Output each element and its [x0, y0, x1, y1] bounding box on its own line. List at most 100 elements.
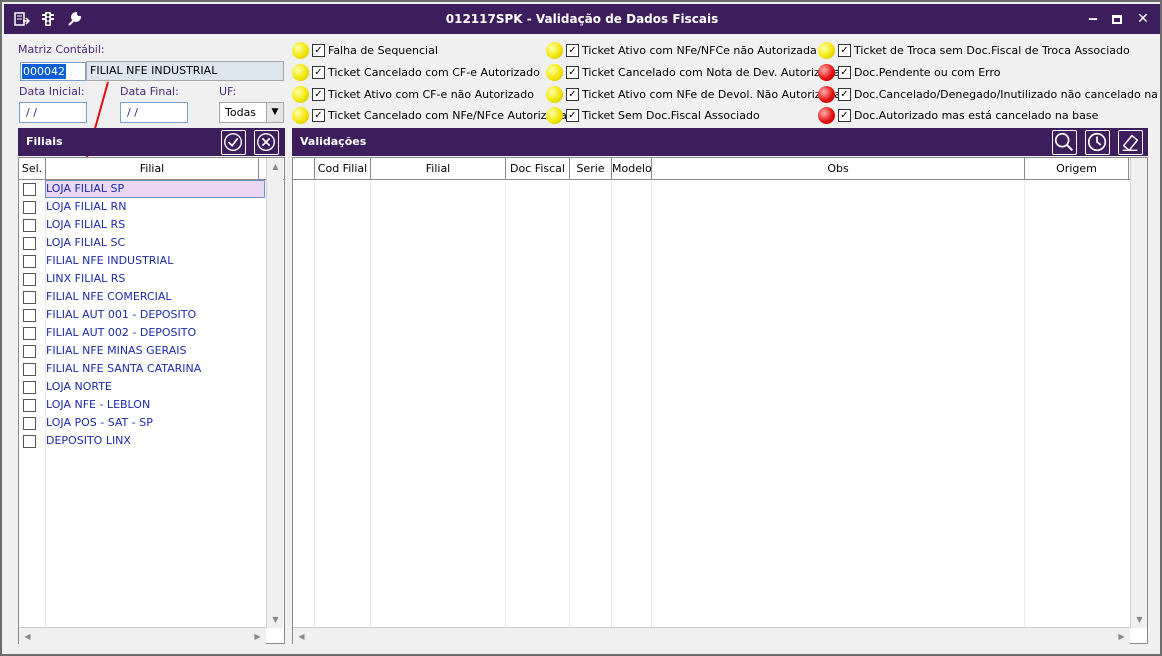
legend-checkbox[interactable]: ✓	[566, 88, 579, 101]
validacoes-col-header[interactable]: Obs	[652, 158, 1025, 180]
col-divider	[505, 180, 506, 627]
scroll-up-icon[interactable]: ▲	[267, 158, 284, 175]
scroll-down-icon[interactable]: ▼	[1131, 611, 1148, 628]
uf-value: Todas	[225, 106, 257, 119]
search-button[interactable]	[1052, 130, 1077, 155]
legend-label: Falha de Sequencial	[328, 44, 438, 57]
validacoes-col-header[interactable]: Filial	[371, 158, 506, 180]
filial-name: LOJA NORTE	[46, 380, 112, 393]
filial-checkbox[interactable]	[23, 237, 36, 250]
yellow-status-icon	[546, 86, 563, 103]
col-filial[interactable]: Filial	[46, 158, 259, 180]
legend-checkbox[interactable]: ✓	[312, 88, 325, 101]
filial-row[interactable]: LOJA FILIAL RS	[19, 216, 259, 234]
maximize-button[interactable]	[1108, 10, 1126, 28]
filial-checkbox[interactable]	[23, 327, 36, 340]
legend-checkbox[interactable]: ✓	[838, 88, 851, 101]
filial-row[interactable]: LOJA NFE - LEBLON	[19, 396, 259, 414]
scroll-right-icon[interactable]: ▶	[1113, 628, 1130, 645]
window-title: 012117SPK - Validação de Dados Fiscais	[445, 12, 719, 26]
legend-label: Ticket Cancelado com NFe/NFce Autorizada	[328, 109, 567, 122]
validacoes-col-header[interactable]	[293, 158, 315, 180]
validacoes-header: Validações	[292, 128, 1148, 156]
validacoes-col-header[interactable]: Modelo	[612, 158, 652, 180]
col-divider	[370, 180, 371, 627]
filial-name: LOJA NFE - LEBLON	[46, 398, 151, 411]
filiais-hscroll[interactable]: ◀ ▶	[19, 627, 266, 644]
filiais-vscroll[interactable]: ▲ ▼	[266, 158, 283, 628]
filial-name: LOJA FILIAL RN	[46, 200, 127, 213]
col-sel[interactable]: Sel.	[19, 158, 46, 180]
validacoes-hscroll[interactable]: ◀ ▶	[293, 627, 1130, 644]
validacoes-col-header[interactable]: Cod Filial	[315, 158, 371, 180]
validacoes-col-header[interactable]: Doc Fiscal	[506, 158, 570, 180]
eraser-icon	[1122, 134, 1139, 152]
filial-row[interactable]: LOJA FILIAL SC	[19, 234, 259, 252]
validacoes-vscroll[interactable]: ▼	[1130, 158, 1147, 628]
data-final-field[interactable]: / /	[120, 102, 188, 123]
legend-label: Ticket Ativo com NFe/NFCe não Autorizada	[582, 44, 817, 57]
filial-checkbox[interactable]	[23, 273, 36, 286]
filial-checkbox[interactable]	[23, 201, 36, 214]
legend-checkbox[interactable]: ✓	[566, 66, 579, 79]
validacoes-col-header[interactable]: Serie	[570, 158, 612, 180]
yellow-status-icon	[292, 64, 309, 81]
filial-checkbox[interactable]	[23, 399, 36, 412]
filial-row[interactable]: LOJA NORTE	[19, 378, 259, 396]
filiais-header: Filiais	[18, 128, 285, 156]
filiais-grid: Sel. Filial LOJA FILIAL SP LOJA FILIAL RN…	[18, 157, 285, 644]
filial-row[interactable]: FILIAL NFE INDUSTRIAL	[19, 252, 259, 270]
legend-checkbox[interactable]: ✓	[312, 66, 325, 79]
filial-checkbox[interactable]	[23, 255, 36, 268]
filial-row[interactable]: LOJA FILIAL SP	[19, 180, 265, 198]
filial-checkbox[interactable]	[23, 291, 36, 304]
x-circle-icon	[257, 133, 276, 152]
legend-checkbox[interactable]: ✓	[312, 44, 325, 57]
scroll-down-icon[interactable]: ▼	[267, 611, 284, 628]
filial-checkbox[interactable]	[23, 219, 36, 232]
legend-checkbox[interactable]: ✓	[312, 109, 325, 122]
legend-checkbox[interactable]: ✓	[838, 109, 851, 122]
clear-button[interactable]	[1118, 130, 1143, 155]
filial-row[interactable]: LOJA POS - SAT - SP	[19, 414, 259, 432]
legend-checkbox[interactable]: ✓	[566, 44, 579, 57]
filial-checkbox[interactable]	[23, 417, 36, 430]
filial-checkbox[interactable]	[23, 363, 36, 376]
filial-row[interactable]: DEPOSITO LINX	[19, 432, 259, 450]
legend-checkbox[interactable]: ✓	[566, 109, 579, 122]
filial-row[interactable]: FILIAL AUT 002 - DEPOSITO	[19, 324, 259, 342]
filial-checkbox[interactable]	[23, 435, 36, 448]
scroll-left-icon[interactable]: ◀	[19, 628, 36, 645]
scroll-right-icon[interactable]: ▶	[249, 628, 266, 645]
filial-checkbox[interactable]	[23, 183, 36, 196]
filial-checkbox[interactable]	[23, 345, 36, 358]
filial-name: LOJA FILIAL SC	[46, 236, 126, 249]
minimize-button[interactable]: ‒	[1084, 10, 1102, 28]
legend-label: Ticket Cancelado com Nota de Dev. Autori…	[582, 66, 841, 79]
history-button[interactable]	[1085, 130, 1110, 155]
filial-row[interactable]: FILIAL NFE SANTA CATARINA	[19, 360, 259, 378]
filial-checkbox[interactable]	[23, 381, 36, 394]
close-button[interactable]: ✕	[1134, 10, 1152, 28]
filial-row[interactable]: LOJA FILIAL RN	[19, 198, 259, 216]
uf-select[interactable]: Todas ▼	[219, 102, 284, 123]
scroll-left-icon[interactable]: ◀	[293, 628, 310, 645]
filial-row[interactable]: FILIAL NFE COMERCIAL	[19, 288, 259, 306]
legend-checkbox[interactable]: ✓	[838, 44, 851, 57]
wrench-icon[interactable]	[66, 11, 82, 27]
confirm-button[interactable]	[221, 130, 246, 155]
chevron-down-icon[interactable]: ▼	[266, 103, 283, 122]
traffic-light-icon[interactable]	[40, 11, 56, 27]
app-window: 012117SPK - Validação de Dados Fiscais ‒…	[0, 0, 1162, 656]
matriz-code-field[interactable]: 000042	[20, 62, 86, 81]
cancel-button[interactable]	[254, 130, 279, 155]
export-icon[interactable]	[14, 11, 30, 27]
search-icon	[1054, 132, 1073, 151]
filial-row[interactable]: FILIAL NFE MINAS GERAIS	[19, 342, 259, 360]
legend-checkbox[interactable]: ✓	[838, 66, 851, 79]
validacoes-title: Validações	[300, 135, 367, 148]
filial-row[interactable]: FILIAL AUT 001 - DEPOSITO	[19, 306, 259, 324]
validacoes-col-header[interactable]: Origem	[1025, 158, 1129, 180]
filial-checkbox[interactable]	[23, 309, 36, 322]
filial-row[interactable]: LINX FILIAL RS	[19, 270, 259, 288]
